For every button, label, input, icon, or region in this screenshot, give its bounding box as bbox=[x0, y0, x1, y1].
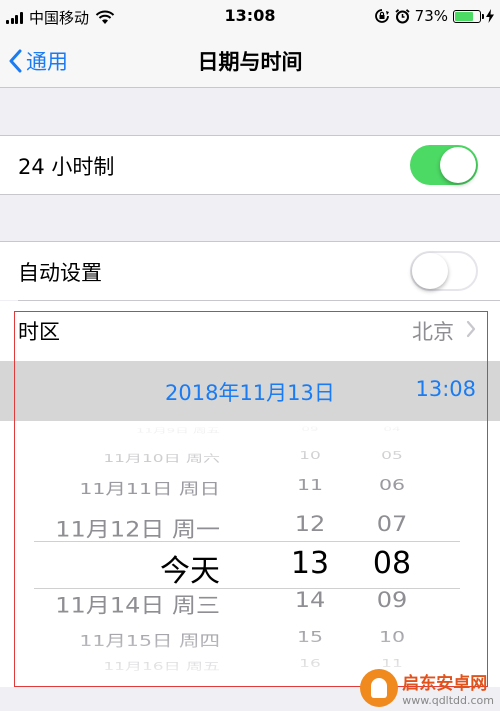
picker-date-cell: 11月16日 周五 bbox=[103, 661, 220, 674]
picker-date-cell: 11月12日 周一 bbox=[55, 517, 220, 542]
chevron-right-icon bbox=[466, 320, 476, 338]
watermark-logo-icon bbox=[360, 669, 399, 707]
current-date: 2018年11月13日 bbox=[165, 381, 335, 405]
picker-minute-cell: 06 bbox=[378, 476, 406, 495]
picker-minute-cell: 09 bbox=[376, 588, 408, 613]
settings-row-24-hour: 24 小时制 bbox=[0, 136, 500, 194]
picker-date-cell: 11月9日 周五 bbox=[135, 426, 220, 435]
battery-percent: 73% bbox=[414, 7, 448, 25]
picker-hour-cell: 13 bbox=[290, 546, 330, 582]
picker-minute-cell: 10 bbox=[378, 628, 406, 647]
picker-hour-cell: 16 bbox=[299, 658, 321, 671]
picker-date-cell: 今天 bbox=[160, 554, 220, 590]
picker-fade bbox=[0, 421, 500, 481]
picker-minute-cell: 05 bbox=[381, 450, 403, 463]
watermark: 启东安卓网 www.qdltdd.com bbox=[360, 669, 494, 707]
charging-bolt-icon bbox=[486, 9, 494, 23]
picker-date-cell: 11月11日 周日 bbox=[79, 479, 220, 498]
picker-minute-cell: 04 bbox=[383, 424, 401, 433]
picker-hour-cell: 09 bbox=[301, 424, 319, 433]
watermark-name: 启东安卓网 bbox=[402, 674, 488, 694]
picker-date-cell: 11月10日 周六 bbox=[103, 453, 220, 466]
picker-hour-cell: 12 bbox=[294, 512, 326, 537]
picker-hour-cell: 11 bbox=[296, 476, 324, 495]
page-title: 日期与时间 bbox=[197, 50, 303, 74]
status-bar: 中国移动 13:08 73% bbox=[0, 0, 500, 34]
separator bbox=[0, 194, 500, 195]
status-bar-right: 73% bbox=[369, 7, 494, 25]
picker-hour-cell: 15 bbox=[296, 628, 324, 647]
rotation-lock-icon bbox=[374, 9, 389, 23]
navigation-bar: 通用 日期与时间 bbox=[0, 34, 500, 88]
timezone-value: 北京 bbox=[412, 320, 454, 344]
row-label-timezone: 时区 bbox=[18, 320, 60, 344]
settings-row-timezone[interactable]: 时区 北京 bbox=[0, 301, 500, 361]
date-time-picker[interactable]: 11月9日 周五 09 04 11月10日 周六 10 05 11月11日 周日 11 06 11… bbox=[0, 421, 500, 687]
date-time-row[interactable]: 2018年11月13日 13:08 bbox=[0, 361, 500, 421]
row-label-auto-set: 自动设置 bbox=[18, 261, 102, 285]
current-time: 13:08 bbox=[415, 377, 476, 401]
alarm-icon bbox=[395, 8, 410, 23]
toggle-knob bbox=[412, 253, 448, 289]
watermark-text: 启东安卓网 www.qdltdd.com bbox=[402, 669, 494, 707]
toggle-knob bbox=[440, 147, 476, 183]
picker-hour-cell: 14 bbox=[294, 588, 326, 613]
row-label-24-hour: 24 小时制 bbox=[18, 155, 115, 179]
watermark-url: www.qdltdd.com bbox=[402, 694, 494, 707]
auto-set-toggle[interactable] bbox=[410, 251, 478, 291]
picker-date-cell: 11月15日 周四 bbox=[79, 631, 220, 650]
picker-minute-cell: 07 bbox=[376, 512, 408, 537]
settings-row-auto-set: 自动设置 bbox=[0, 242, 500, 300]
battery-icon bbox=[453, 9, 484, 23]
picker-date-cell: 11月14日 周三 bbox=[55, 593, 220, 618]
picker-hour-cell: 10 bbox=[299, 450, 321, 463]
picker-minute-cell: 08 bbox=[372, 546, 412, 582]
24-hour-toggle[interactable] bbox=[410, 145, 478, 185]
